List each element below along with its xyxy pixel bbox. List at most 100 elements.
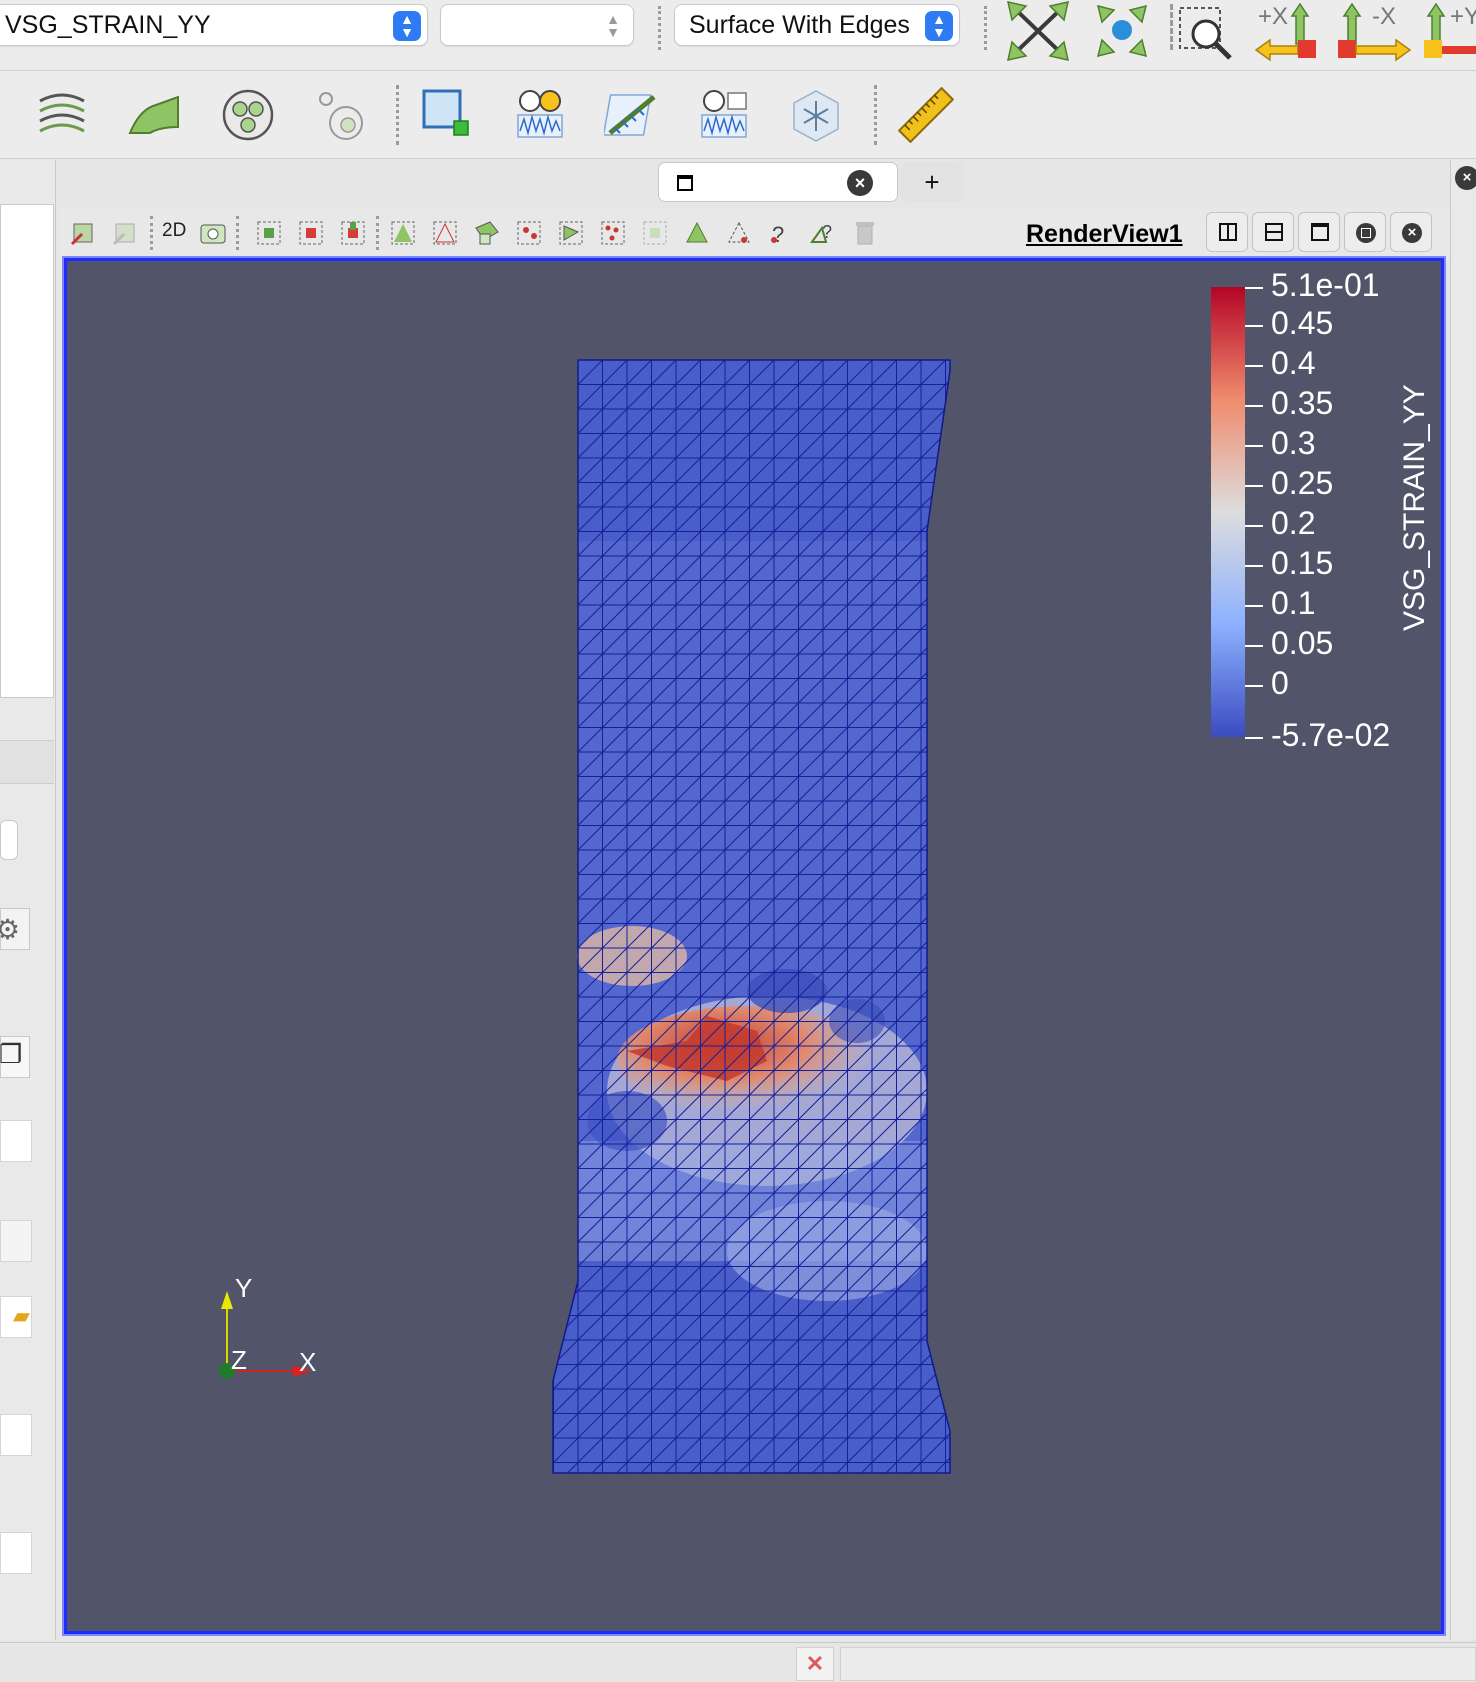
representation-select-value: Surface With Edges [689,11,910,39]
ruler-icon[interactable] [898,87,954,143]
legend-tick-mark [1245,565,1263,567]
contour-icon[interactable] [34,87,90,143]
zoom-to-data-icon[interactable] [1088,0,1156,62]
reset-camera-icon[interactable] [1004,0,1072,62]
layout-window-icon [677,175,693,191]
legend-tick-label: 0.45 [1271,305,1334,341]
legend-tick-label: 0.05 [1271,625,1334,661]
plot-over-time-icon[interactable] [512,87,568,143]
component-select[interactable]: ▲ ▼ [440,4,634,46]
zoom-to-box-icon[interactable] [1176,4,1238,62]
find-data-icon[interactable]: ? [766,218,796,248]
advanced-settings-gear-icon[interactable]: ⚙ [0,908,30,950]
array-select[interactable]: VSG_STRAIN_YY ▲ ▼ [0,4,428,46]
view-plus-x-icon[interactable]: +X [1254,0,1328,64]
right-dock-edge: × [1450,160,1476,1640]
redo-camera-icon[interactable] [110,218,140,248]
stream-tracer-icon[interactable] [604,87,660,143]
spreadsheet-icon[interactable] [788,87,844,143]
component-select-stepper-icon[interactable]: ▲ ▼ [599,11,627,41]
render-view-title[interactable]: RenderView1 [1026,220,1183,249]
axis-y-label: Y [235,1273,253,1303]
glyph-icon[interactable] [220,87,276,143]
properties-header [0,740,54,784]
plus-y-label: +Y [1450,3,1476,30]
tab-layout-1[interactable]: × [658,162,898,202]
interactive-select-points-icon[interactable] [514,218,544,248]
toolbar-separator [396,85,399,145]
toolbar-separator [236,216,239,250]
array-select-stepper-icon[interactable]: ▲ ▼ [393,11,421,41]
legend-tick-mark [1245,737,1263,739]
select-cells-on-icon[interactable] [254,218,284,248]
property-field[interactable] [0,1220,32,1262]
plot-data-icon[interactable] [696,87,752,143]
axis-x-label: X [299,1347,317,1377]
select-blocks-icon[interactable] [640,218,670,248]
toggle-2d-button[interactable]: 2D [162,220,186,242]
hover-cells-icon[interactable] [556,218,586,248]
legend-tick-mark [1245,605,1263,607]
representation-select[interactable]: Surface With Edges ▲ ▼ [674,4,960,46]
select-cells-through-icon[interactable] [338,218,368,248]
view-toolbar: 2D ? ? RenderView1 × [58,208,1450,258]
minus-x-label: -X [1372,3,1396,30]
legend-tick-mark [1245,485,1263,487]
left-dock-panel: ⚙ ❐ ▰ [0,160,56,1640]
slice-icon[interactable] [126,87,182,143]
split-vertical-button[interactable] [1252,212,1294,252]
toolbar-separator [984,6,987,50]
legend-tick-mark [1245,645,1263,647]
legend-tick-label: 5.1e-01 [1271,267,1380,303]
close-tab-icon[interactable]: × [847,170,873,196]
add-tab-button[interactable]: + [900,162,964,202]
representation-select-stepper-icon[interactable]: ▲ ▼ [925,11,953,41]
maximize-view-button[interactable] [1298,212,1340,252]
query-selection-icon[interactable]: ? [808,218,838,248]
search-field[interactable] [0,820,18,860]
pipeline-browser[interactable] [0,204,54,698]
shrink-selection-icon[interactable] [724,218,754,248]
status-bar: ✕ [0,1642,1476,1682]
property-field[interactable] [0,1532,32,1574]
copy-icon[interactable]: ❐ [0,1036,30,1078]
legend-tick-label: 0.35 [1271,385,1334,421]
close-view-button[interactable]: × [1390,212,1432,252]
interactive-select-cells-icon[interactable] [472,218,502,248]
select-points-on-icon[interactable] [296,218,326,248]
legend-tick-mark [1245,325,1263,327]
folder-icon[interactable]: ▰ [0,1296,32,1338]
output-messages-error-icon[interactable]: ✕ [796,1647,834,1681]
legend-tick-mark [1245,525,1263,527]
reset-camera-direction-icon[interactable] [68,218,98,248]
view-minus-x-icon[interactable]: -X [1338,0,1412,64]
close-dock-icon[interactable]: × [1455,166,1476,190]
clip-icon[interactable] [312,87,368,143]
legend-tick-mark [1245,405,1263,407]
split-horizontal-button[interactable] [1206,212,1248,252]
grow-selection-icon[interactable] [682,218,712,248]
view-tab-bar: × + [58,160,1450,208]
legend-tick-mark [1245,445,1263,447]
render-view-canvas[interactable]: Y Z X 5.1e-01 0.45 0.4 0.35 0.3 0.25 0.2 0.15 0.… [62,256,1446,1636]
restore-view-button[interactable] [1344,212,1386,252]
legend-tick-mark [1245,365,1263,367]
view-plus-y-icon[interactable]: +Y [1420,0,1476,64]
filters-toolbar [0,71,1476,159]
capture-screenshot-icon[interactable] [198,218,228,248]
toolbar-separator [874,85,877,145]
clear-selection-icon[interactable] [850,218,880,248]
color-legend-title: VSG_STRAIN_YY [1398,384,1431,631]
toolbar-separator [376,216,379,250]
toolbar-separator [150,216,153,250]
hover-points-icon[interactable] [598,218,628,248]
legend-tick-label: 0.2 [1271,505,1316,541]
select-points-polygon-icon[interactable] [430,218,460,248]
legend-tick-label: 0.15 [1271,545,1334,581]
select-cells-polygon-icon[interactable] [388,218,418,248]
property-field[interactable] [0,1120,32,1162]
property-field[interactable] [0,1414,32,1456]
extract-selection-icon[interactable] [420,87,476,143]
legend-tick-mark [1245,287,1263,289]
plus-x-label: +X [1258,3,1288,30]
